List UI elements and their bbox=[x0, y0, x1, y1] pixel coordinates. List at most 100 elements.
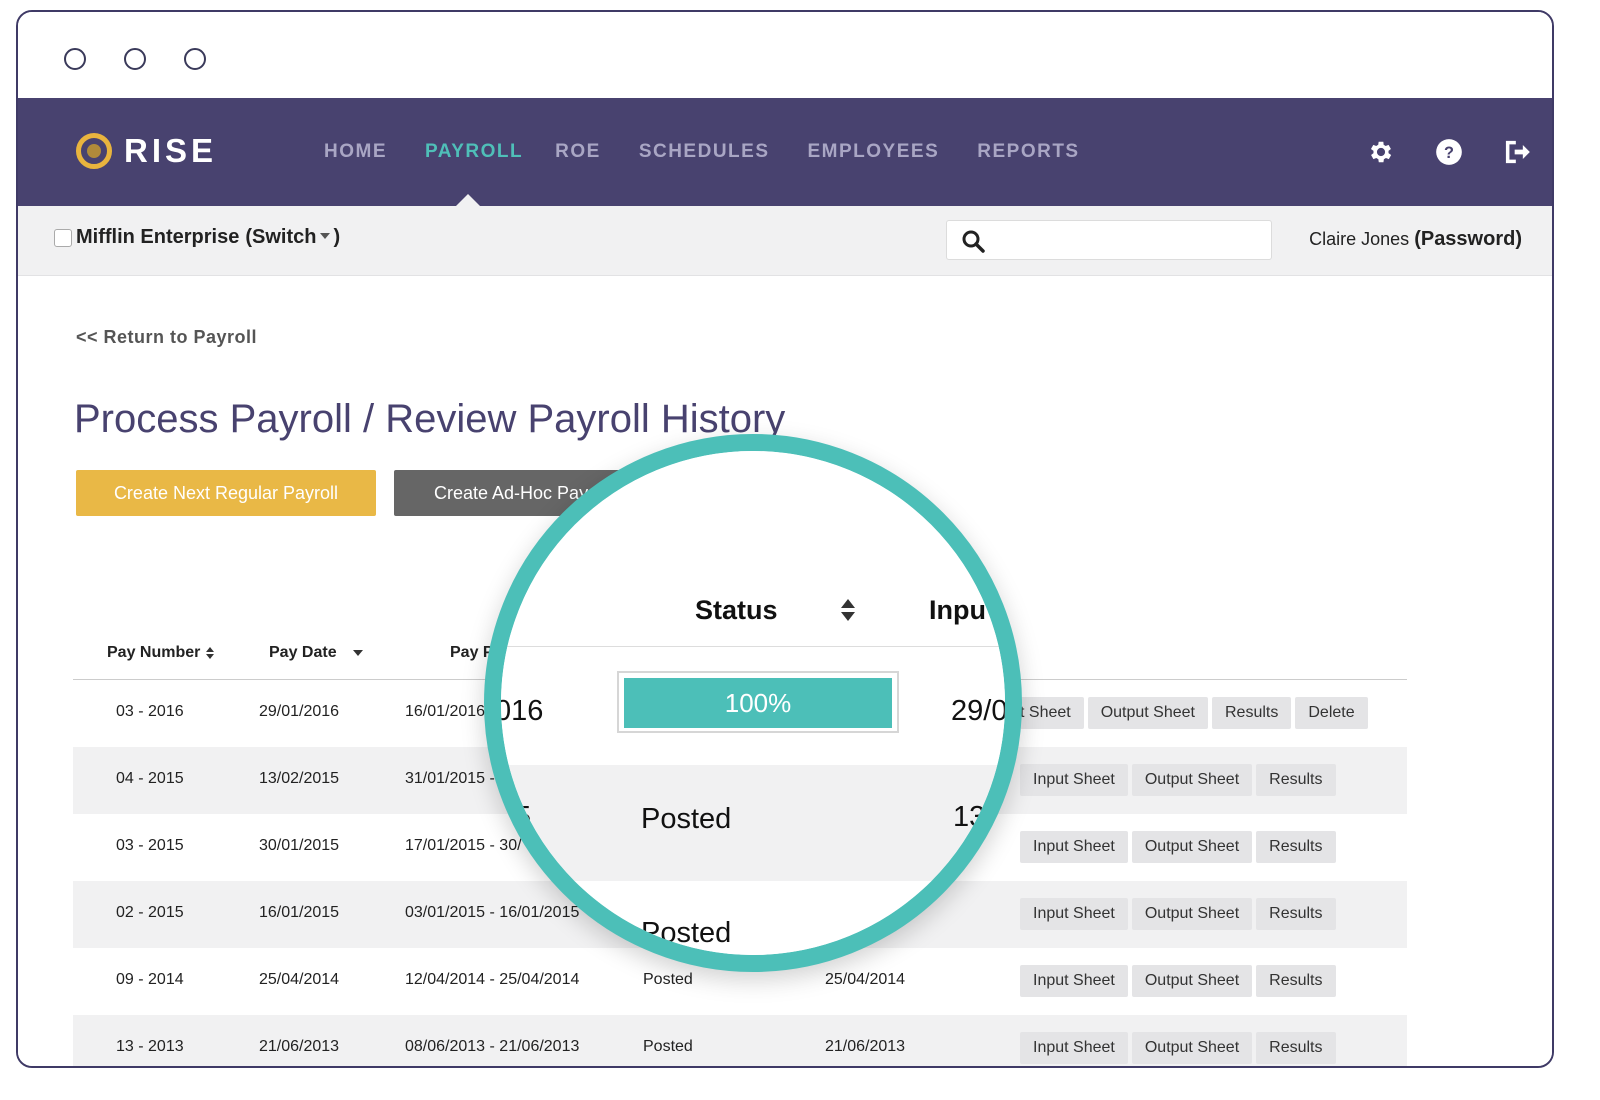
logout-icon[interactable] bbox=[1502, 137, 1532, 167]
results-button[interactable]: Results bbox=[1256, 764, 1336, 796]
cell-pay-number: 03 - 2016 bbox=[116, 703, 184, 720]
results-button[interactable]: Results bbox=[1256, 898, 1336, 930]
delete-button[interactable]: Delete bbox=[1295, 697, 1368, 729]
row-actions: Input Sheet Output Sheet Results bbox=[1020, 764, 1340, 796]
progress-bar-fill: 100% bbox=[624, 678, 892, 728]
help-icon[interactable]: ? bbox=[1434, 137, 1464, 167]
magnified-period-fragment: 5 bbox=[515, 801, 532, 833]
nav-home[interactable]: HOME bbox=[324, 141, 387, 163]
cell-status: Posted bbox=[643, 1038, 693, 1055]
cell-input-date: 25/04/2014 bbox=[825, 971, 906, 988]
nav-reports[interactable]: REPORTS bbox=[977, 141, 1079, 163]
cell-pay-number: 13 - 2013 bbox=[116, 1038, 184, 1055]
input-sheet-button[interactable]: Input Sheet bbox=[1020, 764, 1128, 796]
nav-employees[interactable]: EMPLOYEES bbox=[808, 141, 940, 163]
magnified-input-fragment: 29/0 bbox=[951, 695, 1008, 727]
cell-pay-date: 25/04/2014 bbox=[259, 971, 340, 988]
magnified-header: Status Inpu bbox=[501, 451, 1005, 647]
input-sheet-button[interactable]: t Sheet bbox=[1020, 697, 1084, 729]
main-nav: HOME PAYROLL ROE SCHEDULES EMPLOYEES REP… bbox=[324, 98, 1118, 206]
cell-pay-period: 12/04/2014 - 25/04/2014 bbox=[405, 971, 580, 988]
chevron-down-icon bbox=[320, 233, 331, 240]
switch-link[interactable]: (Switch) bbox=[245, 226, 340, 249]
magnified-status-header: Status bbox=[695, 595, 778, 625]
search-input[interactable] bbox=[946, 220, 1272, 260]
sort-icon bbox=[206, 646, 215, 659]
cell-pay-date: 13/02/2015 bbox=[259, 770, 340, 787]
magnifier-callout: Status Inpu 016 29/0 100% 5 Posted 13 Po… bbox=[484, 434, 1022, 972]
progress-bar: 100% bbox=[617, 671, 899, 733]
gear-icon[interactable] bbox=[1366, 137, 1396, 167]
row-actions: Input Sheet Output Sheet Results bbox=[1020, 831, 1340, 863]
cell-pay-period: 08/06/2013 - 21/06/2013 bbox=[405, 1038, 580, 1055]
window-titlebar bbox=[18, 12, 1552, 98]
input-sheet-button[interactable]: Input Sheet bbox=[1020, 831, 1128, 863]
company-name: Mifflin Enterprise bbox=[76, 226, 240, 248]
svg-text:?: ? bbox=[1444, 144, 1454, 162]
cell-pay-date: 29/01/2016 bbox=[259, 703, 340, 720]
header-pay-date[interactable]: Pay Date bbox=[269, 644, 363, 662]
input-sheet-button[interactable]: Input Sheet bbox=[1020, 1032, 1128, 1064]
user-name: Claire Jones bbox=[1309, 229, 1410, 249]
password-link[interactable]: (Password) bbox=[1414, 228, 1522, 250]
cell-pay-number: 03 - 2015 bbox=[116, 837, 184, 854]
results-button[interactable]: Results bbox=[1212, 697, 1292, 729]
magnified-input-fragment: 13 bbox=[953, 801, 986, 833]
input-sheet-button[interactable]: Input Sheet bbox=[1020, 965, 1128, 997]
output-sheet-button[interactable]: Output Sheet bbox=[1131, 831, 1253, 863]
cell-pay-number: 02 - 2015 bbox=[116, 904, 184, 921]
magnified-row: 5 Posted 13 bbox=[501, 765, 1005, 881]
results-button[interactable]: Results bbox=[1256, 1032, 1336, 1064]
output-sheet-button[interactable]: Output Sheet bbox=[1131, 965, 1253, 997]
output-sheet-button[interactable]: Output Sheet bbox=[1131, 898, 1253, 930]
user-info: Claire Jones (Password) bbox=[1309, 228, 1522, 251]
company-checkbox[interactable] bbox=[54, 228, 72, 247]
row-actions: Input Sheet Output Sheet Results bbox=[1020, 1032, 1340, 1064]
window-dot[interactable] bbox=[64, 48, 86, 70]
row-actions: Input Sheet Output Sheet Results bbox=[1020, 898, 1340, 930]
table-row: 13 - 2013 21/06/2013 08/06/2013 - 21/06/… bbox=[73, 1015, 1407, 1066]
context-bar: Mifflin Enterprise (Switch) Claire Jones… bbox=[18, 206, 1552, 276]
output-sheet-button[interactable]: Output Sheet bbox=[1131, 764, 1253, 796]
cell-pay-number: 09 - 2014 bbox=[116, 971, 184, 988]
logo-text: RISE bbox=[124, 132, 218, 169]
window-dot[interactable] bbox=[184, 48, 206, 70]
cell-pay-period: 16/01/2016 bbox=[405, 703, 486, 720]
cell-input-date: 21/06/2013 bbox=[825, 1038, 906, 1055]
magnified-table-view: Status Inpu 016 29/0 100% 5 Posted 13 Po… bbox=[501, 451, 1005, 955]
rise-logo[interactable]: RISE bbox=[76, 132, 217, 170]
header-pay-number[interactable]: Pay Number bbox=[107, 644, 215, 662]
search-icon bbox=[962, 230, 985, 253]
return-to-payroll-link[interactable]: << Return to Payroll bbox=[76, 327, 257, 348]
input-sheet-button[interactable]: Input Sheet bbox=[1020, 898, 1128, 930]
results-button[interactable]: Results bbox=[1256, 965, 1336, 997]
active-nav-pointer bbox=[456, 194, 480, 206]
row-actions: t Sheet Output Sheet Results Delete bbox=[1020, 697, 1372, 729]
magnified-status: Posted bbox=[641, 803, 732, 835]
nav-schedules[interactable]: SCHEDULES bbox=[639, 141, 770, 163]
cell-pay-period: 31/01/2015 - bbox=[405, 770, 495, 787]
company-switcher[interactable]: Mifflin Enterprise (Switch) bbox=[54, 226, 340, 249]
output-sheet-button[interactable]: Output Sheet bbox=[1087, 697, 1208, 729]
cell-pay-date: 21/06/2013 bbox=[259, 1038, 340, 1055]
row-actions: Input Sheet Output Sheet Results bbox=[1020, 965, 1340, 997]
cell-status: Posted bbox=[643, 971, 693, 988]
cell-pay-date: 30/01/2015 bbox=[259, 837, 340, 854]
nav-payroll[interactable]: PAYROLL bbox=[425, 141, 523, 163]
nav-roe[interactable]: ROE bbox=[555, 141, 601, 163]
magnified-status: Posted bbox=[641, 917, 732, 949]
logo-ring-icon bbox=[76, 133, 112, 169]
page-title: Process Payroll / Review Payroll History bbox=[74, 397, 786, 441]
top-navbar: RISE HOME PAYROLL ROE SCHEDULES EMPLOYEE… bbox=[18, 98, 1552, 206]
sort-desc-icon bbox=[352, 649, 363, 656]
cell-pay-number: 04 - 2015 bbox=[116, 770, 184, 787]
window-dot[interactable] bbox=[124, 48, 146, 70]
nav-icons: ? bbox=[1328, 98, 1532, 206]
sort-icon bbox=[841, 599, 855, 621]
create-regular-payroll-button[interactable]: Create Next Regular Payroll bbox=[76, 470, 376, 516]
magnified-input-header: Inpu bbox=[929, 595, 986, 625]
output-sheet-button[interactable]: Output Sheet bbox=[1131, 1032, 1253, 1064]
cell-pay-date: 16/01/2015 bbox=[259, 904, 340, 921]
results-button[interactable]: Results bbox=[1256, 831, 1336, 863]
magnified-period-fragment: 016 bbox=[495, 695, 544, 727]
